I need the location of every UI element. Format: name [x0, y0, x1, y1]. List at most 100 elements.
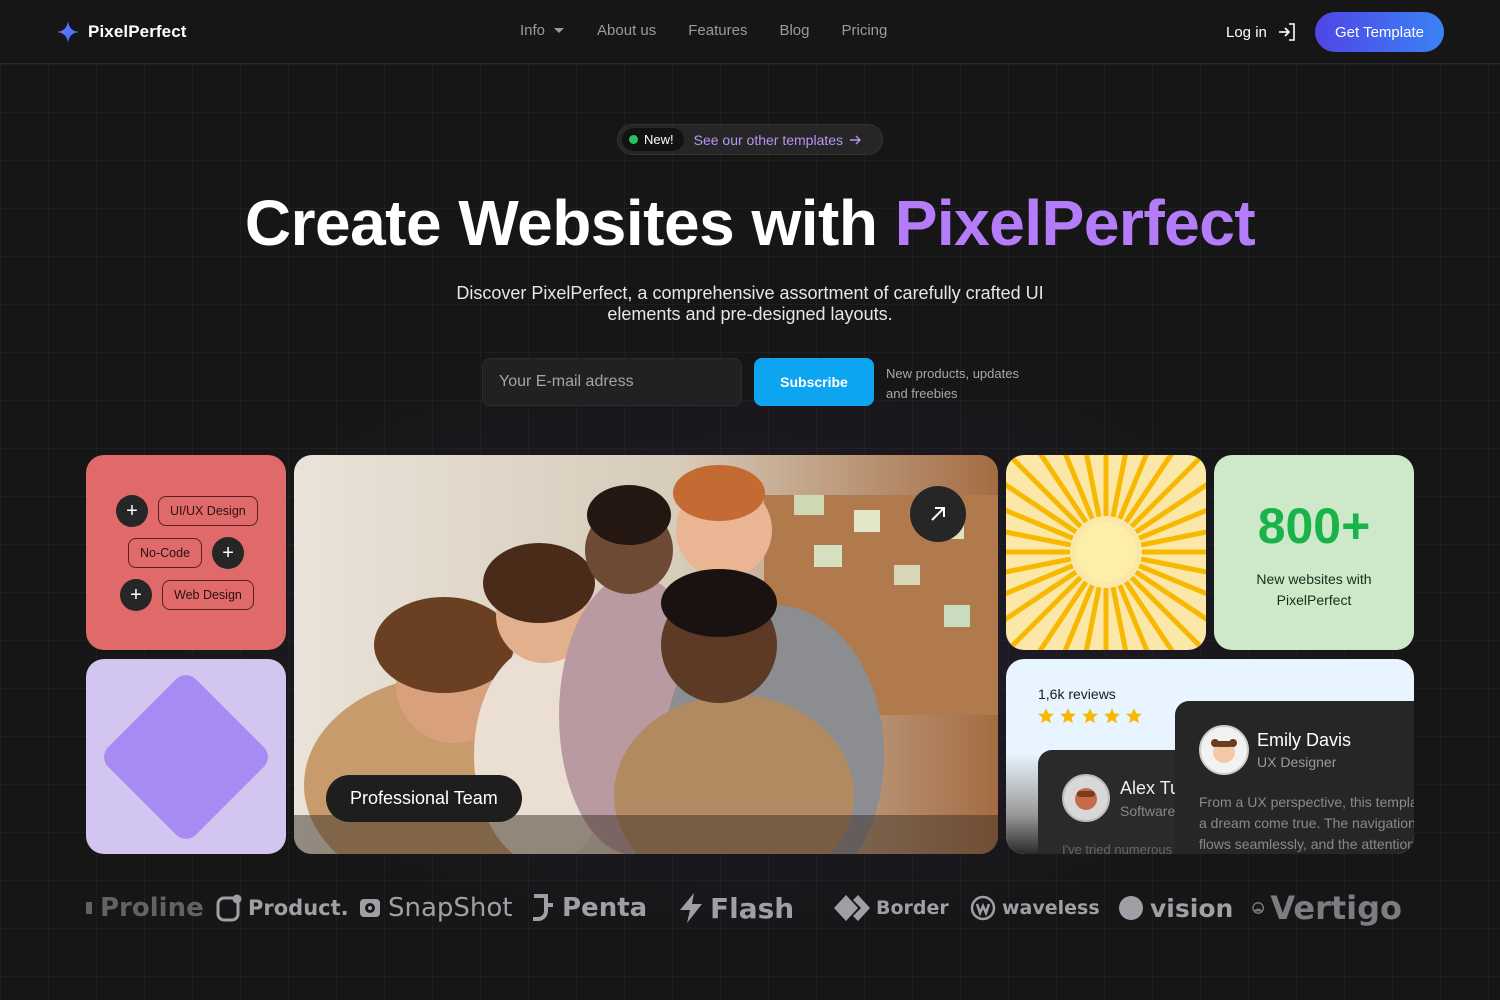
logo-border: Border — [834, 894, 970, 922]
hero-title-accent: PixelPerfect — [894, 187, 1256, 259]
tag-row: + Web Design — [120, 579, 254, 611]
plus-icon[interactable]: + — [120, 579, 152, 611]
team-photo-card[interactable]: Professional Team — [294, 455, 998, 854]
tag-pill[interactable]: Web Design — [162, 580, 254, 610]
sun-ray — [1062, 584, 1095, 650]
tag-pill[interactable]: UI/UX Design — [158, 496, 258, 526]
status-dot — [629, 135, 638, 144]
tag-pill[interactable]: No-Code — [128, 538, 203, 568]
announcement-badge[interactable]: New! See our other templates — [617, 124, 883, 155]
tags-card: + UI/UX Design No-Code + + Web Design — [86, 455, 286, 650]
hero-title-main: Create Websites with — [244, 187, 895, 259]
get-template-button[interactable]: Get Template — [1315, 12, 1444, 52]
sun-ray — [1134, 569, 1206, 622]
menu-item-features[interactable]: Features — [688, 22, 747, 39]
tag-row: No-Code + — [128, 537, 245, 569]
new-badge-label: New! — [644, 132, 674, 147]
logo-text: waveless — [1002, 897, 1100, 919]
rating-stars — [1037, 707, 1143, 725]
arrow-right-icon — [850, 135, 862, 144]
diamond-shape — [98, 669, 274, 845]
sun-ray — [1063, 455, 1095, 520]
subscribe-button[interactable]: Subscribe — [754, 358, 874, 406]
star-icon — [1126, 708, 1142, 724]
logo-flash: Flash — [678, 892, 834, 925]
review-card-front[interactable]: Emily Davis UX Designer From a UX perspe… — [1175, 701, 1414, 854]
sun-ray — [1138, 507, 1206, 541]
login-label: Log in — [1226, 23, 1267, 41]
waveless-logo-icon — [970, 895, 996, 921]
stat-card: 800+ New websites with PixelPerfect — [1214, 455, 1414, 650]
new-badge: New! — [622, 128, 684, 151]
arrow-up-right-icon — [931, 507, 945, 521]
logo-text: Border — [876, 897, 949, 919]
proline-logo-icon — [86, 902, 92, 914]
logo-text: Flash — [710, 891, 795, 925]
subscribe-note: New products, updates and freebies — [886, 366, 1019, 401]
reviews-count: 1,6k reviews — [1038, 686, 1116, 702]
vision-logo-icon — [1119, 896, 1143, 920]
sparkle-logo-icon — [57, 21, 79, 43]
email-input[interactable] — [482, 358, 742, 406]
logo-vertigo: Vertigo — [1252, 889, 1402, 927]
logo-product: Product. — [216, 894, 358, 922]
product-logo-icon — [216, 894, 242, 922]
stat-text: New websites with PixelPerfect — [1256, 571, 1372, 608]
menu-item-info[interactable]: Info — [520, 22, 565, 39]
sun-core — [1076, 522, 1136, 582]
logo-waveless: waveless — [970, 895, 1118, 921]
sun-ray — [1038, 455, 1089, 524]
avatar-face-icon — [1211, 739, 1237, 763]
avatar — [1062, 774, 1110, 822]
hero-title: Create Websites with PixelPerfect — [0, 186, 1500, 260]
photo-label: Professional Team — [326, 775, 522, 822]
star-icon — [1060, 708, 1076, 724]
logo-text: SnapShot — [388, 893, 513, 923]
sun-ray — [1123, 455, 1174, 524]
vertigo-logo-icon — [1252, 902, 1265, 914]
sun-ray — [1037, 580, 1089, 650]
menu-item-blog[interactable]: Blog — [779, 22, 809, 39]
logo-text: vision — [1150, 893, 1234, 923]
border-logo-icon — [834, 895, 870, 921]
login-link[interactable]: Log in — [1226, 22, 1297, 42]
avatar-face-icon — [1075, 788, 1097, 810]
logo-text: Penta — [562, 893, 648, 923]
sun-ray — [1006, 507, 1074, 541]
menu-item-about[interactable]: About us — [597, 22, 656, 39]
brand-name: PixelPerfect — [88, 22, 187, 41]
logo-vision: vision — [1118, 894, 1252, 923]
reviewer-role: Software — [1120, 803, 1176, 819]
reviewer-name: Alex Tu — [1120, 778, 1181, 798]
open-photo-button[interactable] — [910, 486, 966, 542]
brand[interactable]: PixelPerfect — [56, 20, 187, 44]
sun-ray — [1117, 584, 1150, 650]
plus-icon[interactable]: + — [116, 495, 148, 527]
photo-label-text: Professional Team — [350, 788, 498, 808]
plus-icon[interactable]: + — [212, 537, 245, 569]
sun-ray — [1006, 482, 1078, 535]
templates-link[interactable]: See our other templates — [693, 131, 862, 148]
templates-link-label: See our other templates — [693, 131, 844, 148]
partner-logos: Proline Product. SnapShot Penta Flash Bo… — [86, 880, 1414, 936]
logo-snapshot: SnapShot — [358, 893, 530, 923]
login-icon — [1278, 23, 1295, 41]
star-icon — [1038, 708, 1054, 724]
main-menu: Info About us Features Blog Pricing — [520, 22, 887, 39]
menu-item-label: Info — [520, 22, 546, 39]
sun-illustration — [1006, 455, 1206, 650]
penta-logo-icon — [533, 894, 553, 921]
sun-card — [1006, 455, 1206, 650]
top-navbar: PixelPerfect Info About us Features Blog… — [0, 0, 1500, 64]
logo-proline: Proline — [86, 893, 216, 923]
snapshot-logo-icon — [360, 899, 380, 917]
sun-ray — [1117, 455, 1149, 520]
chevron-down-icon — [554, 27, 565, 33]
menu-item-pricing[interactable]: Pricing — [841, 22, 887, 39]
logo-text: Vertigo — [1270, 889, 1402, 927]
review-text: From a UX perspective, this template is … — [1199, 794, 1414, 852]
sun-ray — [1138, 563, 1206, 597]
reviewer-name: Emily Davis — [1257, 730, 1352, 750]
diamond-card — [86, 659, 286, 854]
logo-text: Proline — [100, 893, 204, 923]
